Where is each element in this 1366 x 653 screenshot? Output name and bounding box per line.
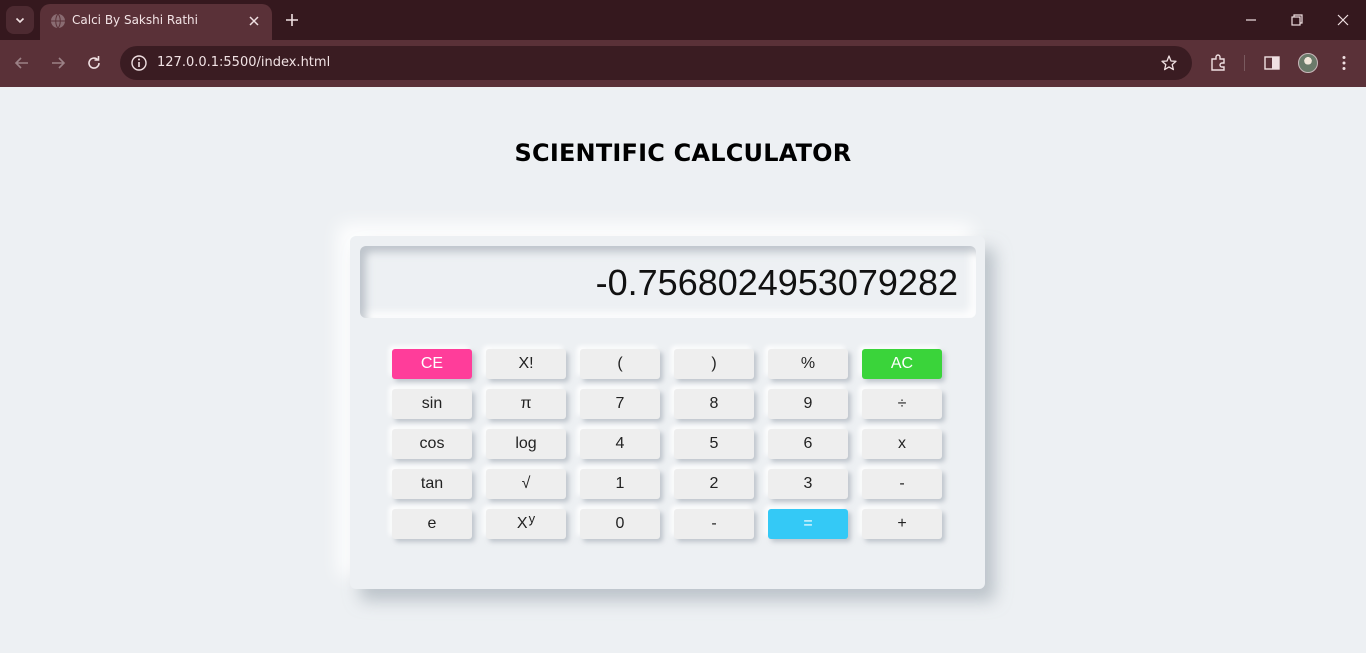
display-value: -0.7568024953079282 [595, 262, 958, 303]
digit-5-button[interactable]: 5 [674, 429, 754, 459]
cos-button[interactable]: cos [392, 429, 472, 459]
calculator-display: -0.7568024953079282 [360, 246, 976, 318]
minus-button[interactable]: - [862, 469, 942, 499]
equals-button[interactable]: = [768, 509, 848, 539]
calculator: -0.7568024953079282 CE X! ( ) % AC sin π… [350, 236, 985, 589]
digit-8-button[interactable]: 8 [674, 389, 754, 419]
digit-3-button[interactable]: 3 [768, 469, 848, 499]
restore-icon[interactable] [1287, 10, 1307, 30]
sqrt-button[interactable]: √ [486, 469, 566, 499]
digit-9-button[interactable]: 9 [768, 389, 848, 419]
site-info-icon[interactable] [130, 54, 148, 72]
minimize-icon[interactable] [1241, 10, 1261, 30]
factorial-button[interactable]: X! [486, 349, 566, 379]
sin-button[interactable]: sin [392, 389, 472, 419]
extensions-icon[interactable] [1208, 53, 1228, 73]
tab-strip: Calci By Sakshi Rathi [0, 0, 1366, 40]
close-paren-button[interactable]: ) [674, 349, 754, 379]
more-menu-icon[interactable] [1334, 53, 1354, 73]
browser-toolbar: 127.0.0.1:5500/index.html [0, 40, 1366, 87]
power-exponent-label: y [528, 510, 536, 526]
digit-2-button[interactable]: 2 [674, 469, 754, 499]
multiply-button[interactable]: x [862, 429, 942, 459]
plus-button[interactable]: + [862, 509, 942, 539]
tab-search-button[interactable] [6, 6, 34, 34]
digit-0-button[interactable]: 0 [580, 509, 660, 539]
url-text: 127.0.0.1:5500/index.html [157, 55, 331, 70]
toolbar-divider [1244, 55, 1245, 71]
pi-button[interactable]: π [486, 389, 566, 419]
chevron-down-icon [15, 17, 25, 24]
power-base-label: X [516, 515, 528, 532]
bookmark-star-icon[interactable] [1160, 54, 1178, 72]
ce-button[interactable]: CE [392, 349, 472, 379]
e-button[interactable]: e [392, 509, 472, 539]
globe-icon [51, 13, 65, 29]
close-window-icon[interactable] [1333, 10, 1353, 30]
percent-button[interactable]: % [768, 349, 848, 379]
log-button[interactable]: log [486, 429, 566, 459]
address-bar[interactable]: 127.0.0.1:5500/index.html [120, 46, 1192, 80]
digit-1-button[interactable]: 1 [580, 469, 660, 499]
browser-tab[interactable]: Calci By Sakshi Rathi [40, 4, 272, 40]
close-icon[interactable] [246, 13, 262, 29]
reload-icon[interactable] [83, 52, 105, 74]
back-arrow-icon[interactable] [11, 52, 33, 74]
page-content: SCIENTIFIC CALCULATOR -0.756802495307928… [0, 87, 1366, 653]
profile-avatar[interactable] [1298, 53, 1318, 73]
new-tab-icon[interactable] [282, 10, 302, 30]
forward-arrow-icon[interactable] [47, 52, 69, 74]
digit-7-button[interactable]: 7 [580, 389, 660, 419]
tan-button[interactable]: tan [392, 469, 472, 499]
page-title: SCIENTIFIC CALCULATOR [514, 139, 852, 167]
digit-4-button[interactable]: 4 [580, 429, 660, 459]
tab-title: Calci By Sakshi Rathi [72, 13, 198, 27]
divide-button[interactable]: ÷ [862, 389, 942, 419]
dash-button[interactable]: - [674, 509, 754, 539]
power-button[interactable]: Xy [486, 509, 566, 539]
side-panel-icon[interactable] [1262, 53, 1282, 73]
ac-button[interactable]: AC [862, 349, 942, 379]
digit-6-button[interactable]: 6 [768, 429, 848, 459]
open-paren-button[interactable]: ( [580, 349, 660, 379]
